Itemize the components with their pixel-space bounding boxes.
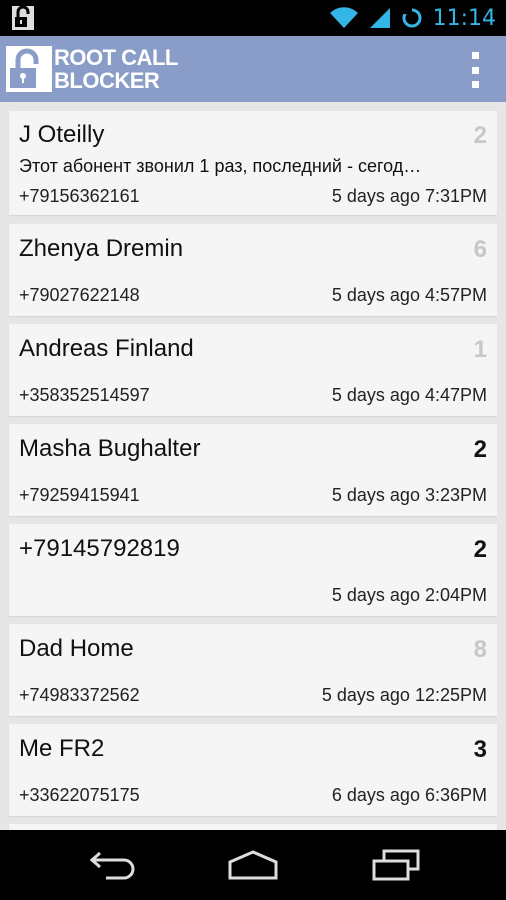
wifi-icon [329, 7, 358, 28]
call-count-badge: 2 [473, 122, 487, 149]
caller-name: J Oteilly [19, 121, 105, 148]
caller-number: +33622075175 [19, 785, 140, 805]
call-list-item[interactable]: J Oteilly 2 Этот абонент звонил 1 раз, п… [9, 111, 497, 215]
overflow-menu-icon[interactable] [468, 52, 482, 88]
app-title-line2: BLOCKER [54, 68, 160, 93]
call-count-badge: 3 [473, 736, 487, 763]
caller-number: +358352514597 [19, 385, 150, 405]
signal-icon [369, 8, 390, 28]
call-list-item[interactable]: Andreas Finland 1 +358352514597 5 days a… [9, 324, 497, 416]
clock: 11:14 [432, 5, 496, 31]
call-count-badge: 2 [473, 536, 487, 563]
caller-name: Andreas Finland [19, 335, 194, 362]
caller-name: Me FR2 [19, 735, 105, 762]
caller-name: Masha Bughalter [19, 435, 201, 462]
caller-name: Dad Home [19, 635, 134, 662]
call-list-item[interactable]: Zhenya Dremin 6 +79027622148 5 days ago … [9, 224, 497, 316]
recent-apps-icon[interactable] [370, 848, 422, 882]
call-time: 5 days ago 2:04PM [331, 585, 487, 605]
call-time: 5 days ago 12:25PM [321, 685, 487, 705]
call-time: 6 days ago 6:36PM [331, 785, 487, 805]
caller-name: Zhenya Dremin [19, 235, 184, 262]
navigation-bar [0, 830, 506, 900]
app-logo-icon [6, 46, 52, 92]
call-count-badge: 8 [473, 636, 487, 663]
caller-number: +79156362161 [19, 186, 140, 206]
caller-number: +79259415941 [19, 485, 140, 505]
call-time: 5 days ago 4:57PM [331, 285, 487, 305]
action-bar: ROOT CALL BLOCKER [0, 36, 506, 102]
sync-icon [400, 7, 422, 28]
call-list-item[interactable]: +79145792819 2 5 days ago 2:04PM [9, 524, 497, 616]
caller-number: +74983372562 [19, 685, 140, 705]
home-icon[interactable] [227, 848, 279, 882]
call-time: 5 days ago 7:31PM [331, 186, 487, 206]
caller-name: +79145792819 [19, 535, 180, 562]
call-message: Этот абонент звонил 1 раз, последний - с… [19, 156, 422, 176]
call-time: 5 days ago 3:23PM [331, 485, 487, 505]
call-log-list: J Oteilly 2 Этот абонент звонил 1 раз, п… [0, 102, 506, 830]
lock-notification-icon [12, 6, 34, 30]
call-count-badge: 6 [473, 236, 487, 263]
call-time: 5 days ago 4:47PM [331, 385, 487, 405]
back-icon[interactable] [86, 848, 138, 882]
call-list-item[interactable]: Me FR2 3 +33622075175 6 days ago 6:36PM [9, 724, 497, 816]
caller-number: +79027622148 [19, 285, 140, 305]
call-count-badge: 1 [473, 336, 487, 363]
call-list-item[interactable]: Dad Home 8 +74983372562 5 days ago 12:25… [9, 624, 497, 716]
call-count-badge: 2 [473, 436, 487, 463]
status-icons: 11:14 [329, 0, 496, 36]
status-bar: 11:14 [0, 0, 506, 36]
app-title: ROOT CALL BLOCKER [54, 46, 178, 92]
app-title-line1: ROOT CALL [54, 45, 178, 70]
call-list-item[interactable]: Masha Bughalter 2 +79259415941 5 days ag… [9, 424, 497, 516]
